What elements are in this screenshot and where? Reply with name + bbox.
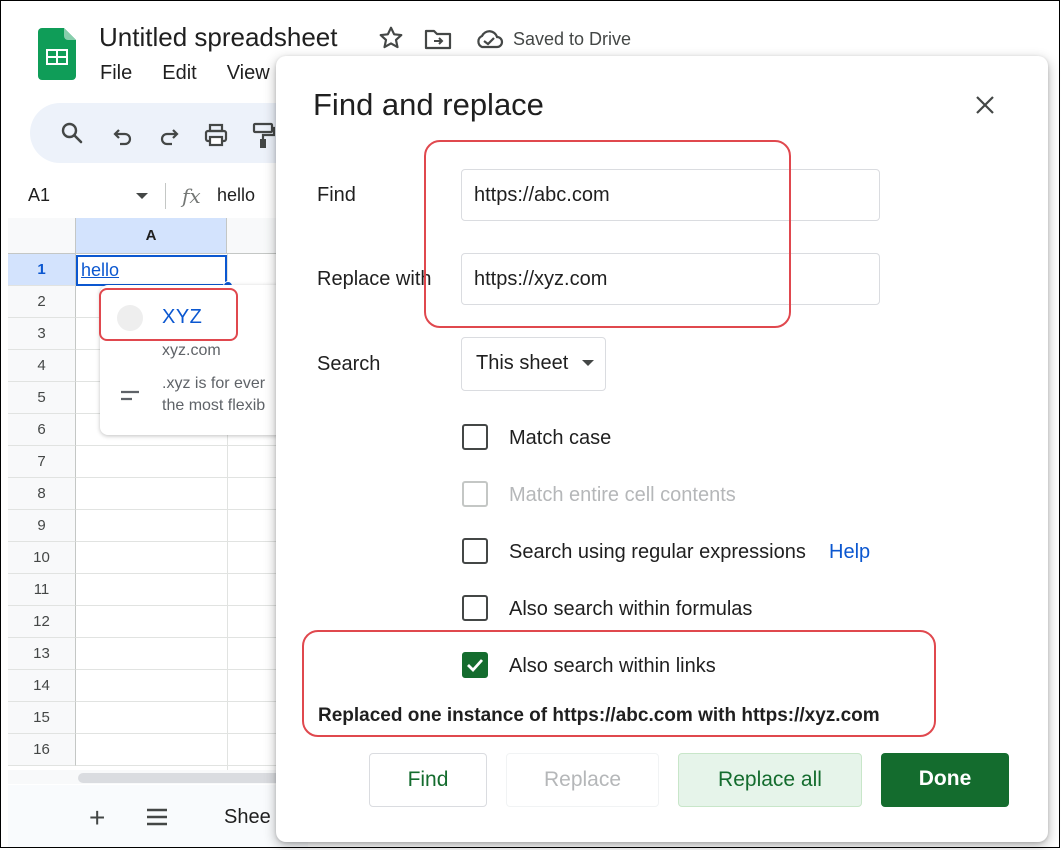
row-header[interactable]: 4: [8, 350, 76, 382]
replace-all-button[interactable]: Replace all: [678, 753, 862, 807]
formula-input[interactable]: hello: [217, 185, 255, 206]
close-icon[interactable]: [974, 94, 996, 116]
formulas-label[interactable]: Also search within formulas: [509, 598, 752, 621]
description-line-1: .xyz is for ever: [162, 375, 266, 392]
match-entire-cell-checkbox: [462, 481, 488, 507]
help-link[interactable]: Help: [829, 541, 870, 564]
row-header[interactable]: 16: [8, 734, 76, 766]
row-header[interactable]: 12: [8, 606, 76, 638]
search-icon[interactable]: [60, 121, 84, 145]
formula-separator: [165, 183, 166, 209]
menu-file[interactable]: File: [100, 62, 132, 84]
grid-line: [76, 765, 308, 766]
grid-line: [76, 509, 308, 510]
formulas-checkbox[interactable]: [462, 595, 488, 621]
horizontal-scrollbar[interactable]: [78, 773, 298, 783]
name-box[interactable]: A1: [28, 185, 50, 206]
google-sheets-logo[interactable]: [38, 28, 76, 80]
find-label: Find: [317, 184, 356, 206]
grid-line: [76, 605, 308, 606]
grid-line: [76, 477, 308, 478]
search-scope-value: This sheet: [476, 352, 569, 374]
name-box-dropdown-icon[interactable]: [135, 191, 149, 201]
document-title[interactable]: Untitled spreadsheet: [99, 22, 337, 53]
menu-bar: File Edit View: [100, 62, 300, 85]
search-label: Search: [317, 353, 381, 375]
description-icon: [121, 390, 139, 401]
redo-icon[interactable]: [157, 123, 181, 147]
row-header[interactable]: 1: [8, 254, 76, 286]
fx-icon: fx: [182, 184, 201, 208]
menu-edit[interactable]: Edit: [162, 62, 196, 84]
row-header[interactable]: 9: [8, 510, 76, 542]
row-header[interactable]: 3: [8, 318, 76, 350]
saved-status: Saved to Drive: [513, 29, 632, 49]
find-button[interactable]: Find: [369, 753, 487, 807]
match-entire-cell-label: Match entire cell contents: [509, 484, 736, 506]
row-header[interactable]: 14: [8, 670, 76, 702]
print-icon[interactable]: [203, 122, 229, 148]
add-sheet-button[interactable]: +: [89, 802, 105, 834]
regex-label[interactable]: Search using regular expressions: [509, 541, 806, 564]
grid-line: [76, 701, 308, 702]
grid-line: [76, 733, 308, 734]
move-folder-icon[interactable]: [424, 27, 452, 51]
annotation-highlight-inputs: [424, 140, 791, 328]
replace-label: Replace with: [317, 268, 432, 290]
cloud-saved-icon[interactable]: [474, 27, 504, 51]
done-button[interactable]: Done: [881, 753, 1009, 807]
row-header[interactable]: 6: [8, 414, 76, 446]
annotation-highlight-status: [302, 630, 936, 737]
link-preview-url: xyz.com: [162, 342, 221, 359]
cell-a1-link[interactable]: hello: [81, 260, 119, 281]
regex-checkbox[interactable]: [462, 538, 488, 564]
match-case-checkbox[interactable]: [462, 424, 488, 450]
row-header[interactable]: 10: [8, 542, 76, 574]
paint-format-icon[interactable]: [251, 121, 275, 149]
row-header[interactable]: 7: [8, 446, 76, 478]
row-header[interactable]: 5: [8, 382, 76, 414]
row-header[interactable]: 2: [8, 286, 76, 318]
replace-button[interactable]: Replace: [506, 753, 659, 807]
annotation-highlight-xyz: [99, 288, 238, 341]
link-preview-description: .xyz is for ever the most flexib: [162, 373, 282, 417]
menu-view[interactable]: View: [227, 62, 270, 84]
dialog-title: Find and replace: [313, 87, 544, 122]
column-header-a[interactable]: A: [76, 218, 227, 254]
grid-line: [76, 573, 308, 574]
row-header[interactable]: 8: [8, 478, 76, 510]
grid-line: [76, 445, 308, 446]
grid-line: [76, 541, 308, 542]
row-header[interactable]: 13: [8, 638, 76, 670]
grid-line: [76, 669, 308, 670]
sheet-tab[interactable]: Shee: [224, 806, 271, 829]
description-line-2: the most flexib: [162, 397, 266, 414]
grid-line: [76, 637, 308, 638]
all-sheets-icon[interactable]: [146, 808, 168, 826]
match-case-label[interactable]: Match case: [509, 427, 611, 450]
select-all-corner[interactable]: [8, 218, 76, 254]
row-header[interactable]: 11: [8, 574, 76, 606]
row-header[interactable]: 15: [8, 702, 76, 734]
chevron-down-icon: [582, 360, 594, 366]
star-icon[interactable]: [378, 25, 404, 51]
undo-icon[interactable]: [111, 123, 135, 147]
